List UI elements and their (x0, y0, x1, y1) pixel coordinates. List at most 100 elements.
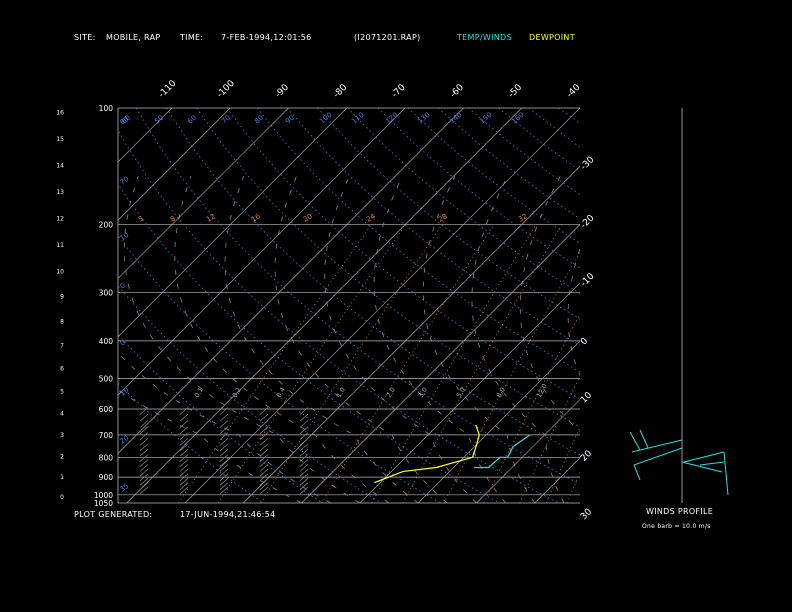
time-label: TIME: (180, 33, 204, 42)
pressure-label-900: 900 (99, 473, 114, 482)
wind-barb-3 (633, 447, 683, 466)
grid-barb-tick (259, 438, 269, 446)
dry-adiabat-label-top: 70 (220, 114, 232, 126)
dry-adiabat-50 (196, 108, 580, 428)
height-label-9: 9 (60, 294, 64, 301)
dry-adiabat-100 (347, 108, 580, 294)
mixing-ratio-label: 20 (302, 212, 314, 223)
isotherm--110 (118, 108, 173, 163)
isotherm--10 (359, 282, 580, 503)
dry-adiabat-label: 70 (119, 175, 131, 187)
time-value: 7-FEB-1994,12:01:56 (221, 33, 312, 42)
axis-labels: 1002003004005006007008009001000105016151… (56, 78, 596, 522)
height-label-0: 0 (60, 494, 64, 501)
dry-adiabat-120 (407, 108, 580, 244)
dry-adiabat-190 (619, 108, 792, 503)
moist-adiabat-5 (274, 175, 448, 503)
dry-adiabat-label: 10 (119, 231, 131, 243)
isotherm--60 (118, 108, 464, 454)
grid-barb-tick (179, 486, 189, 495)
mixing-ratio-lower-label: 12.0 (535, 382, 549, 399)
dry-adiabat-label-top: 50 (153, 114, 165, 126)
mixing-ratio-5 (443, 251, 580, 503)
dry-adiabat-label-top: 110 (350, 111, 365, 126)
isotherm-label-right: -20 (579, 213, 597, 231)
isotherm-label-right: 30 (579, 507, 594, 522)
isotherm-0 (417, 340, 580, 503)
height-label-10: 10 (56, 268, 64, 275)
height-label-3: 3 (60, 432, 64, 439)
dry-adiabats (118, 108, 792, 503)
isotherm--20 (301, 224, 580, 503)
isotherm--130 (0, 108, 55, 503)
grid-barb-tick (179, 413, 189, 422)
mixing-ratio-16 (545, 426, 580, 503)
isotherm-30 (593, 108, 792, 503)
moist-adiabat-35 (567, 247, 580, 377)
pressure-label-1050: 1050 (94, 499, 113, 508)
moist-adiabat--20 (118, 389, 302, 503)
pressure-label-700: 700 (99, 431, 114, 440)
grid-barb-tick (259, 407, 269, 415)
isotherms (0, 108, 792, 503)
grid-barb-tick (139, 443, 149, 452)
dry-adiabat-180 (589, 108, 792, 503)
dry-adiabat-60 (226, 108, 580, 400)
grid-barb-tick (139, 438, 149, 446)
grid-barb-tick (139, 482, 149, 490)
dry-adiabat-200 (650, 108, 792, 503)
mixing-ratio-lower-label: 8.0 (495, 386, 507, 399)
mixing-ratio-label: 5 (137, 215, 145, 224)
wind-barb-6 (683, 451, 725, 463)
mixing-ratio-lower-label: 0.4 (275, 386, 287, 399)
legend-dew: DEWPOINT (529, 33, 575, 42)
moist-adiabat--10 (123, 175, 361, 503)
height-label-1: 1 (60, 474, 64, 481)
dry-adiabat-90 (317, 108, 580, 320)
grid-barb-tick (259, 443, 269, 452)
grid-barb-tick (259, 426, 269, 434)
isotherm-label-top: -50 (507, 82, 525, 100)
dry-adiabat-70 (256, 108, 580, 373)
pressure-label-300: 300 (99, 289, 114, 298)
isotherm-label-top: -60 (448, 82, 466, 100)
pressure-label-100: 100 (99, 104, 114, 113)
grid-barb-tick (259, 432, 269, 440)
grid-barb-tick (299, 420, 309, 428)
dry-adiabat-30 (135, 108, 580, 485)
grid-barb-tick (219, 482, 229, 490)
grid-barb-tick (219, 443, 229, 452)
skewt-chart: 1002003004005006007008009001000105016151… (0, 78, 792, 522)
grid-barb-tick (259, 420, 269, 428)
dry-adiabat-80 (286, 108, 580, 346)
mixing-ratio-lines (178, 224, 580, 503)
mixing-ratio-2 (371, 224, 537, 503)
isotherm-20 (534, 457, 580, 503)
isotherm-40 (651, 108, 792, 503)
mixing-ratio-label: 8 (169, 215, 177, 224)
grid-barb-tick (299, 426, 309, 434)
height-label-12: 12 (56, 216, 64, 223)
wind-barb-8 (699, 461, 725, 466)
height-label-6: 6 (60, 366, 64, 373)
grid-barb-tick (179, 482, 189, 490)
moist-adiabat-10 (324, 175, 477, 503)
grid-barb-tick (219, 420, 229, 428)
height-label-11: 11 (56, 242, 64, 249)
dry-adiabat-label-top: 120 (384, 111, 399, 126)
isotherm-label-right: 0 (579, 336, 590, 347)
dry-adiabat--30 (118, 382, 264, 503)
dry-adiabat-20 (118, 128, 559, 503)
isotherm-10 (476, 399, 580, 503)
dry-adiabat-label-top: 130 (416, 111, 431, 126)
height-label-5: 5 (60, 388, 64, 395)
grid-barb-tick (259, 486, 269, 495)
dry-adiabat--20 (118, 333, 323, 503)
dry-adiabat-150 (498, 108, 580, 172)
grid-barb-tick (299, 407, 309, 415)
wind-barb-2 (629, 431, 641, 451)
grid-barb-tick (179, 438, 189, 446)
height-label-8: 8 (60, 318, 64, 325)
dry-adiabat-label-top: 160 (510, 111, 525, 126)
pressure-label-800: 800 (99, 453, 114, 462)
